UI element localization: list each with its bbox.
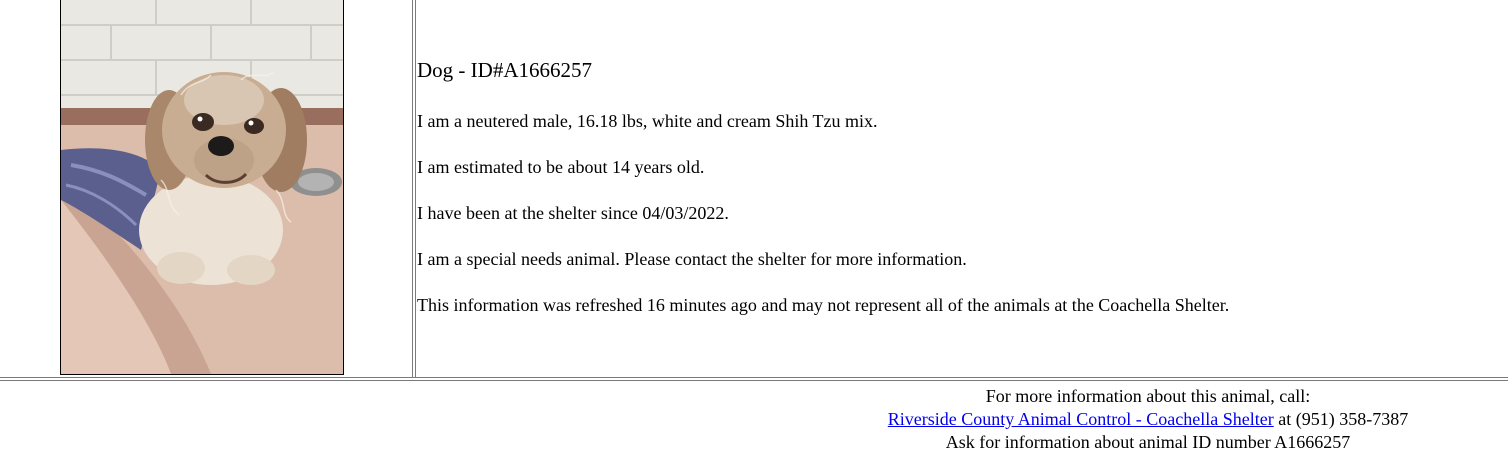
contact-line: Riverside County Animal Control - Coache… [848, 408, 1448, 431]
cell-border-right [415, 0, 416, 378]
animal-age: I am estimated to be about 14 years old. [417, 157, 705, 177]
contact-intro: For more information about this animal, … [985, 386, 1311, 406]
special-needs-note: I am a special needs animal. Please cont… [417, 249, 967, 269]
shelter-phone: at (951) 358-7387 [1273, 409, 1409, 429]
animal-heading: Dog - ID#A1666257 [417, 58, 592, 82]
dog-photo-image [61, 0, 343, 374]
shelter-link[interactable]: Riverside County Animal Control - Coache… [888, 409, 1274, 429]
contact-info: For more information about this animal, … [848, 385, 1448, 454]
row-border-bottom [0, 380, 1508, 381]
animal-detail-page: Dog - ID#A1666257 I am a neutered male, … [0, 0, 1508, 465]
animal-photo [60, 0, 344, 375]
cell-border-left [412, 0, 413, 378]
row-border-top [0, 377, 1508, 378]
refresh-note: This information was refreshed 16 minute… [417, 295, 1230, 315]
animal-description: I am a neutered male, 16.18 lbs, white a… [417, 111, 878, 131]
contact-ask: Ask for information about animal ID numb… [945, 432, 1351, 452]
animal-intake-date: I have been at the shelter since 04/03/2… [417, 203, 729, 223]
